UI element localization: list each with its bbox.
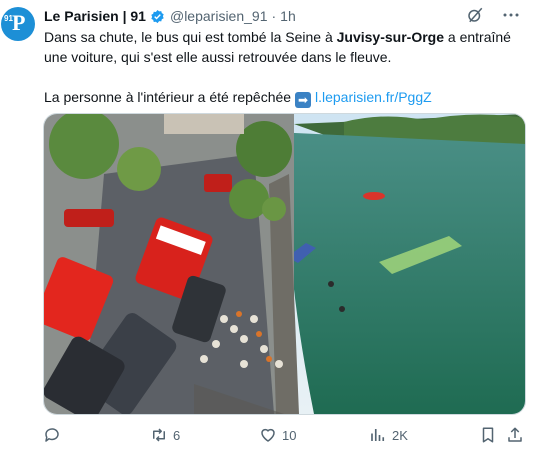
tweet-action-bar: 6 10 2K [43, 424, 524, 446]
location-bold: Juvisy-sur-Orge [336, 29, 444, 45]
article-link[interactable]: l.leparisien.fr/PggZ [315, 89, 432, 105]
author-handle[interactable]: @leparisien_91 [170, 8, 268, 24]
tweet-header: Le Parisien | 91 @leparisien_91 · 1h [44, 6, 534, 26]
reply-button[interactable] [43, 424, 66, 446]
more-icon[interactable] [502, 6, 520, 24]
repost-count: 6 [173, 427, 181, 443]
like-icon [261, 428, 275, 442]
verified-badge-icon [151, 9, 164, 23]
share-button[interactable] [506, 424, 524, 446]
tweet-paragraph-2: La personne à l'intérieur a été repêchée… [44, 89, 432, 108]
views-icon [371, 429, 385, 441]
like-button[interactable]: 10 [259, 424, 296, 446]
author-avatar[interactable]: 91 P [1, 7, 35, 41]
bookmark-button[interactable] [479, 424, 497, 446]
views-button[interactable]: 2K [369, 424, 408, 446]
tweet-photo[interactable] [43, 113, 526, 415]
avatar-logo-letter: P [12, 10, 26, 35]
tweet-paragraph-1: Dans sa chute, le bus qui est tombé la S… [44, 29, 511, 65]
arrow-right-emoji-icon: ➡ [294, 92, 311, 108]
repost-button[interactable]: 6 [150, 424, 180, 446]
tweet-timestamp[interactable]: 1h [280, 8, 296, 24]
tweet-text: Dans sa chute, le bus qui est tombé la S… [44, 27, 524, 108]
bus-in-river-photo [44, 114, 525, 414]
bookmark-icon [482, 427, 494, 443]
repost-icon [153, 428, 165, 442]
grok-icon[interactable] [466, 6, 484, 24]
like-count: 10 [282, 427, 297, 443]
separator-dot: · [271, 8, 277, 24]
author-name[interactable]: Le Parisien | 91 [44, 8, 146, 24]
share-icon [508, 427, 522, 442]
reply-icon [45, 428, 59, 442]
views-count: 2K [392, 427, 408, 443]
